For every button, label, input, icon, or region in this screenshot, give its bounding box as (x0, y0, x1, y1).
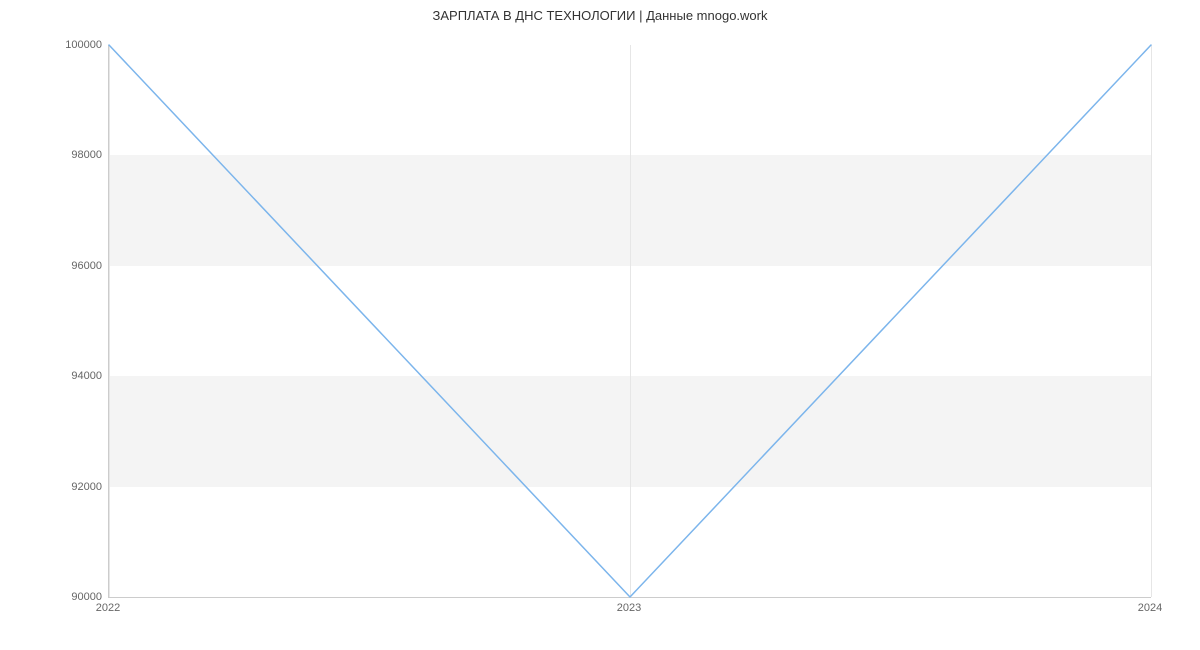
series-line (109, 45, 1151, 597)
x-tick-label: 2024 (1138, 602, 1162, 614)
chart-title: ЗАРПЛАТА В ДНС ТЕХНОЛОГИИ | Данные mnogo… (0, 8, 1200, 23)
line-layer (109, 45, 1151, 597)
y-tick-label: 92000 (42, 481, 102, 493)
y-tick-label: 100000 (42, 39, 102, 51)
y-tick-label: 96000 (42, 260, 102, 272)
chart-container: ЗАРПЛАТА В ДНС ТЕХНОЛОГИИ | Данные mnogo… (0, 0, 1200, 650)
x-tick-label: 2023 (617, 602, 641, 614)
y-tick-label: 98000 (42, 149, 102, 161)
x-gridline (1151, 45, 1152, 597)
y-tick-label: 94000 (42, 370, 102, 382)
y-tick-label: 90000 (42, 591, 102, 603)
x-tick-label: 2022 (96, 602, 120, 614)
plot-area (108, 45, 1151, 598)
